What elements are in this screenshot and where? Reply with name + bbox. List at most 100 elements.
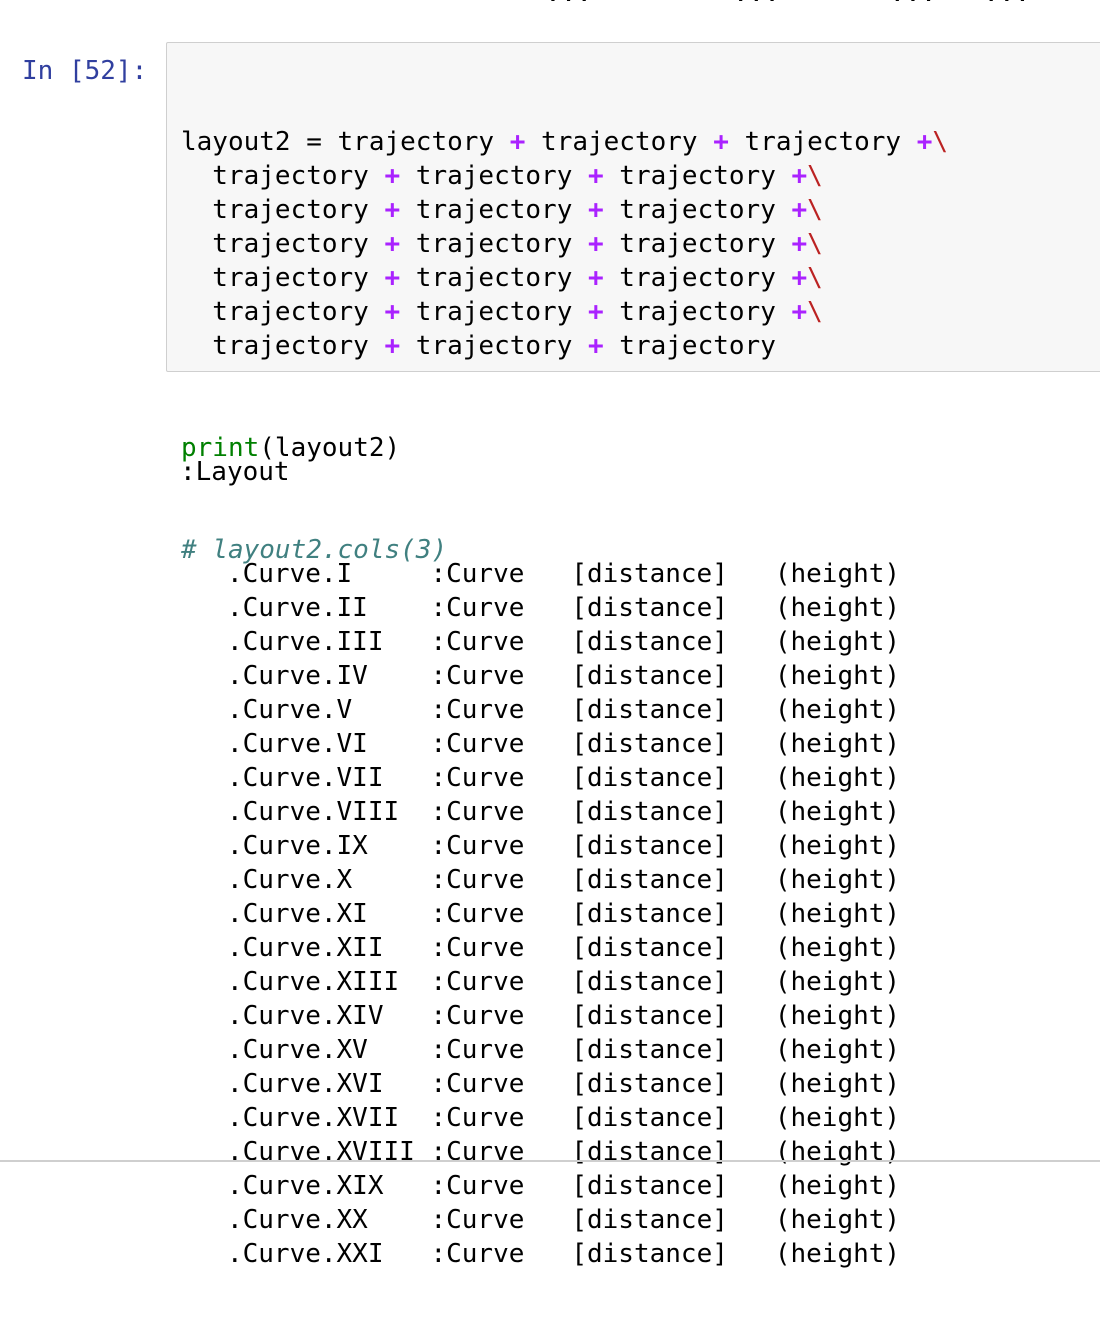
curve-type: :Curve [352, 695, 525, 725]
layout-row: .Curve.III :Curve [distance] (height) [180, 625, 900, 659]
plus-operator: + [384, 297, 401, 327]
layout-row: .Curve.XV :Curve [distance] (height) [180, 1033, 900, 1067]
plus-operator: + [384, 195, 401, 225]
plus-operator: + [384, 331, 401, 361]
value-dimension: (height) [727, 559, 901, 589]
plus-operator: + [384, 263, 401, 293]
code-line: trajectory + trajectory + trajectory +\ [181, 193, 948, 227]
curve-path: .Curve.I [180, 559, 353, 589]
code-token: trajectory [603, 161, 792, 191]
value-dimension: (height) [727, 1035, 901, 1065]
value-dimension: (height) [727, 1001, 901, 1031]
code-line: trajectory + trajectory + trajectory +\ [181, 227, 948, 261]
key-dimension: [distance] [524, 763, 728, 793]
code-line: trajectory + trajectory + trajectory +\ [181, 295, 948, 329]
plus-operator: + [791, 195, 808, 225]
curve-type: :Curve [383, 933, 525, 963]
value-dimension: (height) [727, 797, 901, 827]
layout-row: .Curve.XIX :Curve [distance] (height) [180, 1169, 900, 1203]
curve-type: :Curve [383, 1239, 525, 1269]
layout-row: .Curve.XVIII :Curve [distance] (height) [180, 1135, 900, 1169]
curve-path: .Curve.XIX [180, 1171, 384, 1201]
curve-path: .Curve.III [180, 627, 384, 657]
key-dimension: [distance] [524, 797, 728, 827]
key-dimension: [distance] [524, 1001, 728, 1031]
plus-operator: + [588, 263, 604, 293]
code-token: trajectory [603, 263, 792, 293]
layout-row: .Curve.XII :Curve [distance] (height) [180, 931, 900, 965]
code-token: trajectory [181, 161, 385, 191]
curve-type: :Curve [367, 1035, 525, 1065]
plus-operator: + [713, 127, 729, 157]
code-line: trajectory + trajectory + trajectory +\ [181, 159, 948, 193]
line-continuation: \ [807, 297, 823, 327]
code-token: trajectory [525, 127, 714, 157]
key-dimension: [distance] [524, 1205, 728, 1235]
plus-operator: + [588, 297, 604, 327]
value-dimension: (height) [727, 831, 901, 861]
curve-path: .Curve.XII [180, 933, 384, 963]
layout-row: .Curve.V :Curve [distance] (height) [180, 693, 900, 727]
line-continuation: \ [807, 161, 823, 191]
line-continuation: \ [807, 229, 823, 259]
plus-operator: + [791, 161, 808, 191]
key-dimension: [distance] [524, 1069, 728, 1099]
value-dimension: (height) [727, 695, 901, 725]
curve-type: :Curve [352, 559, 525, 589]
layout-row: .Curve.XIII :Curve [distance] (height) [180, 965, 900, 999]
key-dimension: [distance] [524, 831, 728, 861]
curve-path: .Curve.XVIII [180, 1137, 415, 1167]
key-dimension: [distance] [524, 933, 728, 963]
cell-output: :Layout .Curve.I :Curve [distance] (heig… [180, 387, 900, 1339]
code-lines: layout2 = trajectory + trajectory + traj… [181, 125, 948, 363]
curve-path: .Curve.II [180, 593, 368, 623]
key-dimension: [distance] [524, 729, 728, 759]
curve-type: :Curve [367, 1205, 525, 1235]
key-dimension: [distance] [524, 661, 728, 691]
curve-type: :Curve [367, 899, 525, 929]
plus-operator: + [384, 161, 401, 191]
curve-type: :Curve [399, 967, 525, 997]
code-line: layout2 = trajectory + trajectory + traj… [181, 125, 948, 159]
curve-path: .Curve.XVII [180, 1103, 400, 1133]
plus-operator: + [791, 297, 808, 327]
input-prompt: In [52]: [22, 56, 148, 86]
layout-row: .Curve.II :Curve [distance] (height) [180, 591, 900, 625]
code-token: trajectory [728, 127, 917, 157]
code-input-area[interactable]: layout2 = trajectory + trajectory + traj… [166, 42, 1100, 565]
curve-path: .Curve.XXI [180, 1239, 384, 1269]
code-token: trajectory [400, 297, 588, 327]
code-token: trajectory [400, 331, 588, 361]
curve-type: :Curve [399, 797, 525, 827]
plus-operator: + [916, 127, 933, 157]
code-token: layout2 = trajectory [181, 127, 510, 157]
layout-row: .Curve.XVI :Curve [distance] (height) [180, 1067, 900, 1101]
curve-type: :Curve [367, 593, 525, 623]
key-dimension: [distance] [524, 899, 728, 929]
code-token: trajectory [181, 195, 385, 225]
value-dimension: (height) [727, 933, 901, 963]
layout-row: .Curve.VIII :Curve [distance] (height) [180, 795, 900, 829]
curve-type: :Curve [367, 831, 525, 861]
code-token: trajectory [603, 331, 776, 361]
code-token: trajectory [400, 229, 588, 259]
layout-row: .Curve.XIV :Curve [distance] (height) [180, 999, 900, 1033]
plus-operator: + [791, 229, 808, 259]
layout-row: .Curve.IX :Curve [distance] (height) [180, 829, 900, 863]
value-dimension: (height) [727, 1205, 901, 1235]
curve-path: .Curve.XVI [180, 1069, 384, 1099]
code-token: trajectory [603, 229, 792, 259]
value-dimension: (height) [727, 865, 901, 895]
key-dimension: [distance] [524, 559, 728, 589]
code-token: trajectory [400, 161, 588, 191]
plus-operator: + [384, 229, 401, 259]
code-token: trajectory [181, 331, 385, 361]
value-dimension: (height) [727, 1103, 901, 1133]
key-dimension: [distance] [524, 1035, 728, 1065]
layout-row: .Curve.XI :Curve [distance] (height) [180, 897, 900, 931]
curve-type: :Curve [383, 763, 525, 793]
plus-operator: + [588, 195, 604, 225]
key-dimension: [distance] [524, 1103, 728, 1133]
layout-row: .Curve.VII :Curve [distance] (height) [180, 761, 900, 795]
curve-path: .Curve.XIII [180, 967, 400, 997]
